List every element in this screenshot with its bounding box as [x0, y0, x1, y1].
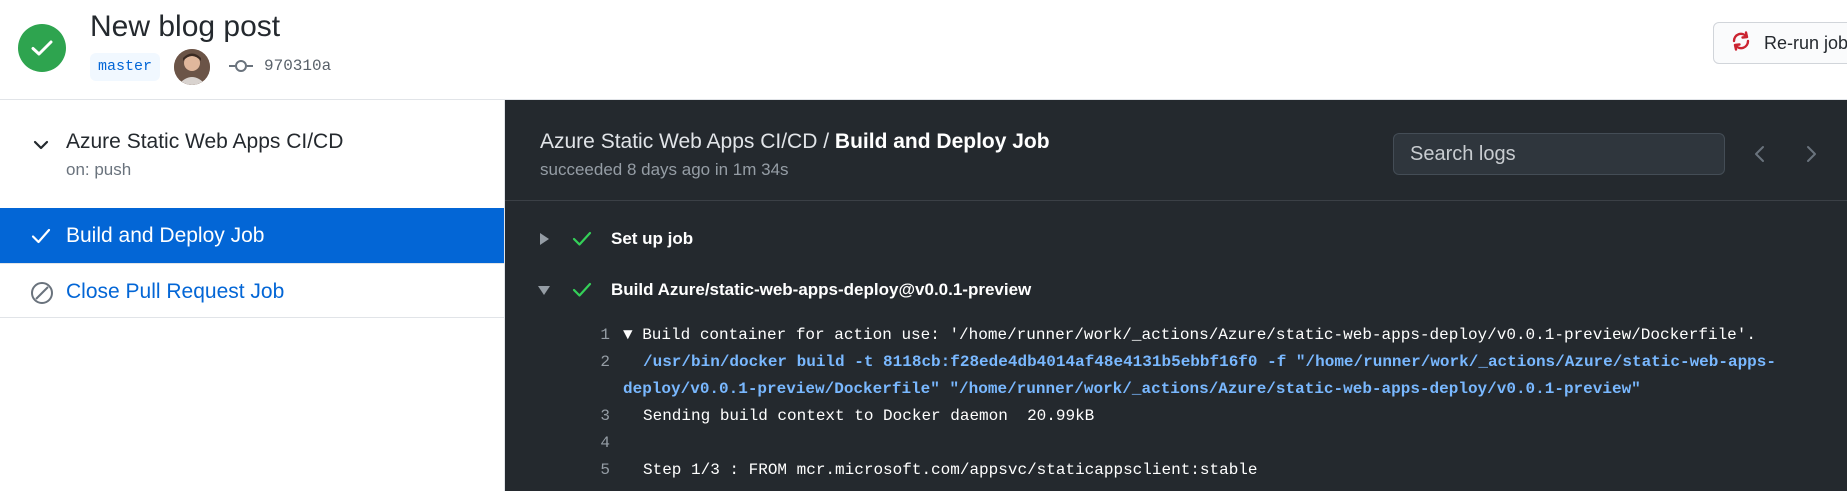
check-icon [30, 225, 52, 247]
log-line: Step 1/3 : FROM mcr.microsoft.com/appsvc… [643, 461, 1258, 479]
rerun-jobs-label: Re-run jobs [1764, 32, 1847, 53]
commit-sha[interactable]: 970310a [264, 55, 331, 77]
success-status-icon [18, 24, 66, 72]
job-label: Close Pull Request Job [66, 280, 285, 303]
log-line-text: Build container for action use: '/home/r… [642, 326, 1756, 344]
log-line-command-wrap: deploy/v0.0.1-preview/Dockerfile" "/home… [623, 380, 1641, 398]
job-subtitle: succeeded 8 days ago in 1m 34s [540, 160, 789, 179]
log-line-number[interactable]: 1 [570, 322, 610, 349]
chevron-right-icon[interactable] [1803, 145, 1819, 163]
logs-panel: Azure Static Web Apps CI/CD / Build and … [505, 100, 1847, 491]
job-title: Azure Static Web Apps CI/CD / Build and … [540, 129, 1050, 155]
log-line-number[interactable]: 2 [570, 349, 610, 376]
group-expanded-icon[interactable]: ▼ [623, 326, 642, 344]
job-title-job: Build and Deploy Job [834, 130, 1050, 153]
triangle-right-icon [537, 232, 551, 246]
workflow-trigger: on: push [66, 160, 132, 179]
job-title-workflow[interactable]: Azure Static Web Apps CI/CD [540, 130, 817, 153]
workflow-group[interactable]: Azure Static Web Apps CI/CD on: push [0, 100, 504, 206]
rerun-jobs-button[interactable]: Re-run jobs [1713, 22, 1847, 64]
page-title: New blog post [90, 10, 281, 43]
search-logs-input[interactable] [1393, 133, 1725, 175]
log-line-command: /usr/bin/docker build -t 8118cb:f28ede4d… [643, 353, 1776, 371]
step-build-azure-static-web-apps-deploy[interactable]: Build Azure/static-web-apps-deploy@v0.0.… [505, 269, 1847, 313]
chevron-left-icon[interactable] [1752, 145, 1768, 163]
step-label: Set up job [611, 229, 694, 248]
sync-icon [1730, 30, 1752, 57]
jobs-sidebar: Azure Static Web Apps CI/CD on: push Bui… [0, 100, 505, 491]
job-title-separator: / [817, 130, 835, 153]
log-line: ▼ Build container for action use: '/home… [623, 322, 1756, 349]
step-label: Build Azure/static-web-apps-deploy@v0.0.… [611, 280, 1032, 299]
log-line: Sending build context to Docker daemon 2… [643, 407, 1095, 425]
avatar[interactable] [174, 49, 210, 85]
chevron-down-icon[interactable] [32, 136, 50, 154]
skip-icon [30, 281, 53, 304]
git-commit-icon [228, 56, 254, 76]
workflow-name: Azure Static Web Apps CI/CD [66, 130, 344, 153]
check-icon [572, 230, 592, 248]
job-label: Build and Deploy Job [66, 224, 265, 247]
log-line-number[interactable]: 4 [570, 430, 610, 457]
check-icon [572, 281, 592, 299]
log-line-number[interactable]: 3 [570, 403, 610, 430]
sidebar-item-close-pull-request-job[interactable]: Close Pull Request Job [0, 263, 504, 318]
branch-badge[interactable]: master [90, 53, 161, 81]
step-set-up-job[interactable]: Set up job [505, 218, 1847, 262]
job-header: Azure Static Web Apps CI/CD / Build and … [505, 100, 1847, 201]
sidebar-item-build-and-deploy-job[interactable]: Build and Deploy Job [0, 208, 504, 263]
run-header: New blog post master 970310a Re-run jobs [0, 0, 1847, 100]
triangle-down-icon [537, 283, 551, 297]
log-line-number[interactable]: 5 [570, 457, 610, 484]
